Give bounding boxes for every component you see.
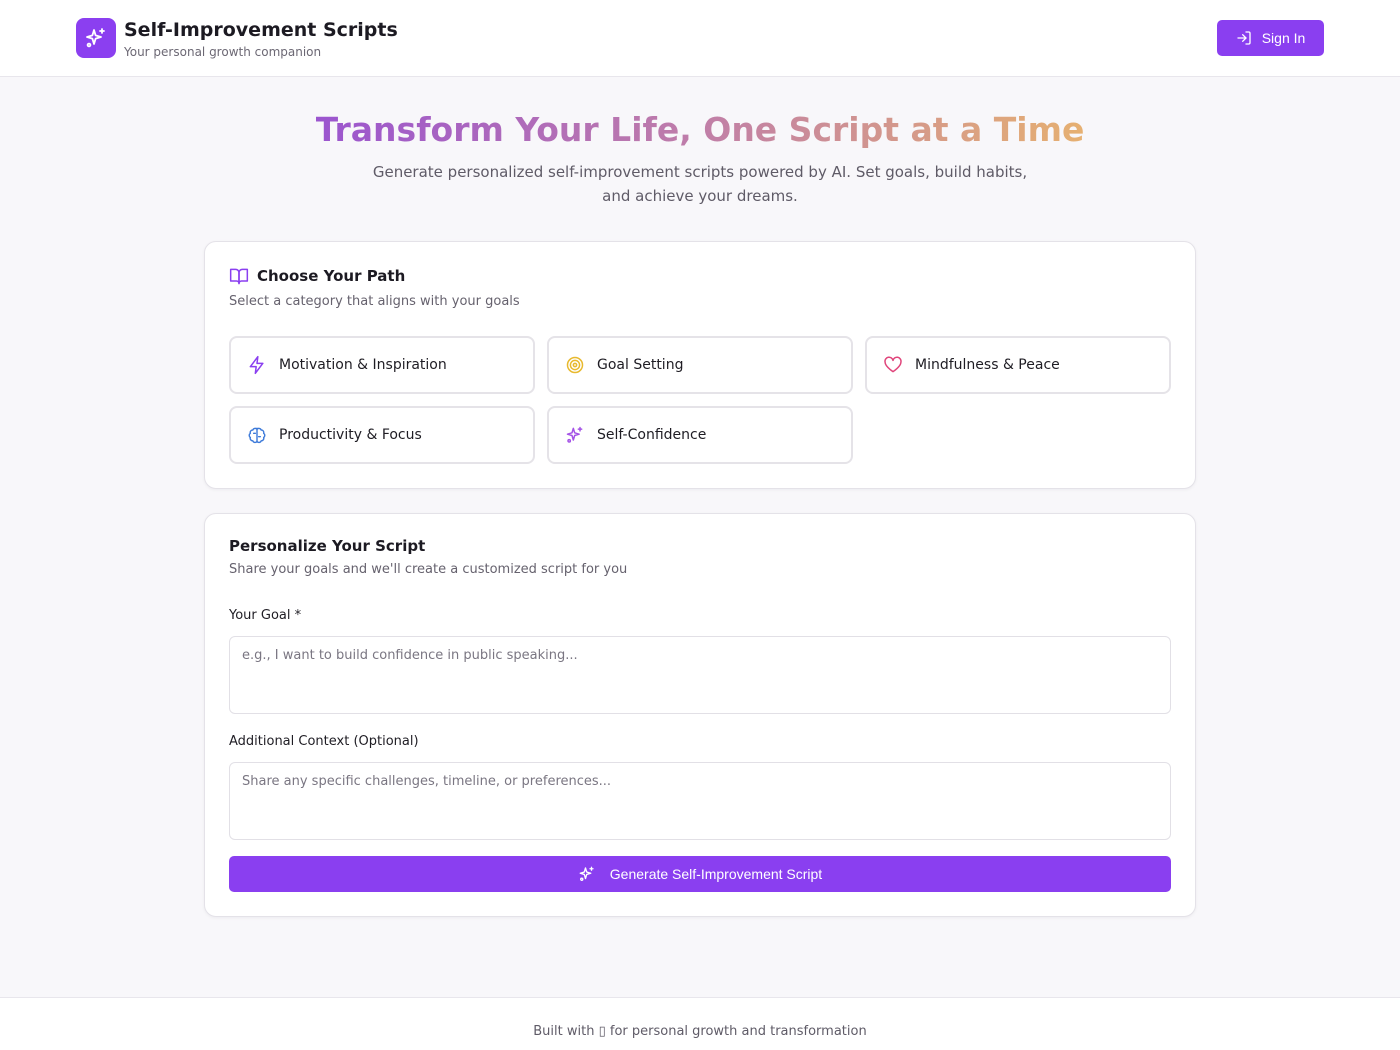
- generate-script-label: Generate Self-Improvement Script: [609, 866, 823, 882]
- app-footer: Built with ▯ for personal growth and tra…: [0, 997, 1400, 1050]
- choose-path-title: Choose Your Path: [257, 267, 406, 285]
- sparkles-icon: [86, 28, 105, 48]
- app-header: Self-Improvement Scripts Your personal g…: [0, 0, 1400, 77]
- category-label: Self-Confidence: [597, 427, 707, 443]
- category-mindfulness[interactable]: Mindfulness & Peace: [865, 336, 1171, 394]
- category-goal-setting[interactable]: Goal Setting: [547, 336, 853, 394]
- heart-icon: [884, 356, 902, 373]
- sparkles-icon: [579, 866, 594, 881]
- sign-in-button[interactable]: Sign In: [1217, 20, 1324, 56]
- hero-subtitle: Generate personalized self-improvement s…: [372, 163, 1028, 205]
- personalize-subtitle: Share your goals and we'll create a cust…: [229, 562, 628, 577]
- logo: [76, 18, 116, 58]
- category-motivation[interactable]: Motivation & Inspiration: [229, 336, 535, 394]
- goal-input[interactable]: [229, 636, 1171, 714]
- app-title: Self-Improvement Scripts: [124, 19, 398, 41]
- brain-icon: [248, 427, 266, 444]
- choose-path-card: Choose Your Path Select a category that …: [204, 241, 1196, 489]
- footer-text: Built with ▯ for personal growth and tra…: [533, 1024, 867, 1039]
- category-label: Mindfulness & Peace: [915, 357, 1060, 373]
- book-open-icon: [229, 268, 249, 285]
- generate-script-button[interactable]: Generate Self-Improvement Script: [229, 856, 1171, 892]
- personalize-title: Personalize Your Script: [229, 537, 426, 555]
- choose-path-subtitle: Select a category that aligns with your …: [229, 294, 520, 309]
- category-productivity[interactable]: Productivity & Focus: [229, 406, 535, 464]
- goal-label: Your Goal *: [229, 608, 302, 623]
- choose-path-heading: Choose Your Path: [229, 266, 405, 286]
- category-self-confidence[interactable]: Self-Confidence: [547, 406, 853, 464]
- log-in-icon: [1237, 31, 1251, 45]
- lightning-icon: [249, 355, 264, 375]
- app-subtitle: Your personal growth companion: [124, 45, 322, 59]
- category-label: Motivation & Inspiration: [279, 357, 447, 373]
- category-label: Goal Setting: [597, 357, 684, 373]
- sign-in-label: Sign In: [1261, 30, 1306, 46]
- context-input[interactable]: [229, 762, 1171, 840]
- target-icon: [566, 356, 584, 374]
- hero-title: Transform Your Life, One Script at a Tim…: [0, 108, 1400, 152]
- personalize-card: Personalize Your Script Share your goals…: [204, 513, 1196, 917]
- category-label: Productivity & Focus: [279, 427, 422, 443]
- context-label: Additional Context (Optional): [229, 734, 419, 749]
- hero-title-text: Transform Your Life, One Script at a Tim…: [315, 110, 1085, 149]
- sparkles-icon: [566, 426, 583, 443]
